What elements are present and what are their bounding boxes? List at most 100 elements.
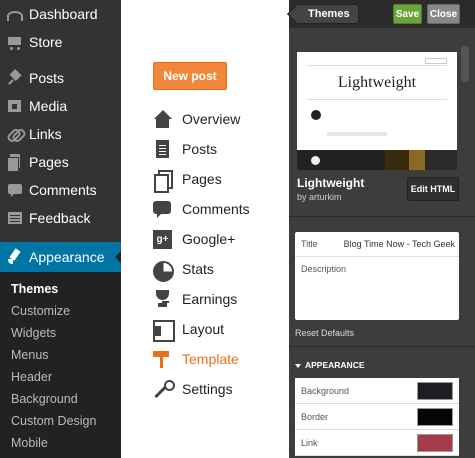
background-color-swatch[interactable]	[417, 382, 453, 400]
blogger-item-posts[interactable]: Posts	[153, 134, 250, 164]
wp-menu-label: Posts	[29, 70, 65, 86]
customizer-toolbar: Themes Save Close	[289, 0, 475, 28]
back-to-themes-button[interactable]: Themes	[295, 4, 359, 24]
wp-submenu-widgets[interactable]: Widgets	[0, 322, 121, 344]
color-row-background: Background	[295, 378, 459, 404]
preview-divider	[307, 99, 447, 100]
color-label: Link	[301, 437, 318, 448]
wp-menu-label: Dashboard	[29, 6, 98, 22]
wrench-icon	[153, 379, 175, 399]
wp-menu-store[interactable]: Store	[0, 28, 121, 56]
preview-meta-bar	[327, 132, 387, 136]
wp-menu-feedback[interactable]: Feedback	[0, 204, 121, 232]
wp-menu-label: Media	[29, 98, 68, 114]
pages-icon	[7, 154, 23, 172]
color-label: Border	[301, 411, 329, 422]
appearance-section-label: APPEARANCE	[305, 360, 365, 370]
new-post-button[interactable]: New post	[153, 62, 227, 90]
preview-dark-section	[297, 150, 457, 170]
quote-icon	[311, 110, 321, 120]
link-color-swatch[interactable]	[417, 434, 453, 452]
blogger-menu: New post Overview Posts Pages Comments g…	[121, 0, 289, 458]
wp-submenu-mobile[interactable]: Mobile	[0, 432, 121, 454]
layout-icon	[153, 319, 175, 342]
description-label: Description	[301, 264, 347, 274]
wp-appearance-submenu: Themes Customize Widgets Menus Header Ba…	[0, 272, 121, 458]
wp-submenu-custom-design[interactable]: Custom Design	[0, 410, 121, 432]
cart-icon	[7, 34, 23, 50]
save-button[interactable]: Save	[393, 4, 422, 24]
preview-circle-icon	[311, 156, 320, 165]
section-divider	[289, 346, 475, 347]
border-color-swatch[interactable]	[417, 408, 453, 426]
wp-menu-media[interactable]: Media	[0, 92, 121, 120]
blogger-item-label: Comments	[182, 201, 250, 217]
field-divider	[295, 256, 459, 257]
section-divider	[289, 216, 475, 217]
theme-author: by arturkim	[297, 192, 342, 202]
pin-icon	[7, 70, 23, 86]
wp-menu-label: Feedback	[29, 210, 91, 226]
color-row-link: Link	[295, 430, 459, 456]
edit-html-button[interactable]: Edit HTML	[407, 177, 459, 201]
blogger-item-stats[interactable]: Stats	[153, 254, 250, 284]
blog-settings-form: Title Blog Time Now - Tech Geek Descript…	[295, 232, 459, 320]
wp-menu-pages[interactable]: Pages	[0, 148, 121, 176]
link-icon	[7, 126, 23, 142]
wp-submenu-menus[interactable]: Menus	[0, 344, 121, 366]
back-to-themes-label: Themes	[308, 8, 350, 20]
pages-icon	[153, 169, 173, 193]
blogger-item-label: Template	[182, 351, 239, 367]
wordpress-admin-menu: Dashboard Store Posts Media Links Pages …	[0, 0, 121, 458]
comment-icon	[7, 182, 23, 198]
document-icon	[153, 139, 172, 159]
theme-name: Lightweight	[297, 176, 365, 190]
appearance-section-toggle[interactable]: APPEARANCE	[295, 360, 365, 370]
wp-main-menu: Dashboard Store Posts Media Links Pages …	[0, 0, 121, 272]
wp-menu-label: Comments	[29, 182, 97, 198]
blogger-nav-list: Overview Posts Pages Comments g+ Google+ …	[153, 104, 250, 404]
preview-search-box	[425, 58, 447, 64]
scrollbar-thumb[interactable]	[461, 46, 469, 82]
blogger-item-settings[interactable]: Settings	[153, 374, 250, 404]
wp-menu-label: Appearance	[29, 249, 105, 265]
color-row-border: Border	[295, 404, 459, 430]
wp-menu-posts[interactable]: Posts	[0, 64, 121, 92]
wp-submenu-header[interactable]: Header	[0, 366, 121, 388]
pie-chart-icon	[153, 260, 174, 282]
media-icon	[7, 98, 23, 114]
description-field[interactable]	[301, 276, 453, 314]
paintbrush-icon	[7, 249, 23, 265]
wp-menu-label: Links	[29, 126, 62, 142]
wp-menu-comments[interactable]: Comments	[0, 176, 121, 204]
blogger-item-label: Layout	[182, 321, 225, 337]
blogger-item-template[interactable]: Template	[153, 344, 250, 374]
wp-menu-links[interactable]: Links	[0, 120, 121, 148]
blogger-item-label: Overview	[182, 111, 241, 127]
home-icon	[153, 109, 172, 129]
paint-roller-icon	[153, 350, 172, 369]
title-field[interactable]: Blog Time Now - Tech Geek	[344, 239, 455, 249]
wp-menu-label: Store	[29, 34, 63, 50]
feedback-icon	[7, 210, 23, 226]
wp-submenu-background[interactable]: Background	[0, 388, 121, 410]
blogger-item-overview[interactable]: Overview	[153, 104, 250, 134]
wp-menu-label: Pages	[29, 154, 69, 170]
wp-menu-appearance[interactable]: Appearance	[0, 242, 121, 272]
close-button[interactable]: Close	[427, 4, 460, 24]
color-settings-list: Background Border Link	[295, 378, 459, 456]
wp-submenu-themes[interactable]: Themes	[0, 278, 121, 300]
blogger-item-google-plus[interactable]: g+ Google+	[153, 224, 250, 254]
comment-icon	[153, 200, 172, 219]
reset-defaults-link[interactable]: Reset Defaults	[295, 328, 354, 338]
blogger-item-layout[interactable]: Layout	[153, 314, 250, 344]
blogger-item-label: Stats	[182, 261, 214, 277]
theme-preview-thumbnail: Lightweight	[297, 52, 457, 170]
dashboard-icon	[7, 11, 23, 21]
wp-menu-dashboard[interactable]: Dashboard	[0, 0, 121, 28]
blogger-item-earnings[interactable]: Earnings	[153, 284, 250, 314]
blogger-item-pages[interactable]: Pages	[153, 164, 250, 194]
wp-submenu-customize[interactable]: Customize	[0, 300, 121, 322]
blogger-item-comments[interactable]: Comments	[153, 194, 250, 224]
blogger-item-label: Settings	[182, 381, 233, 397]
